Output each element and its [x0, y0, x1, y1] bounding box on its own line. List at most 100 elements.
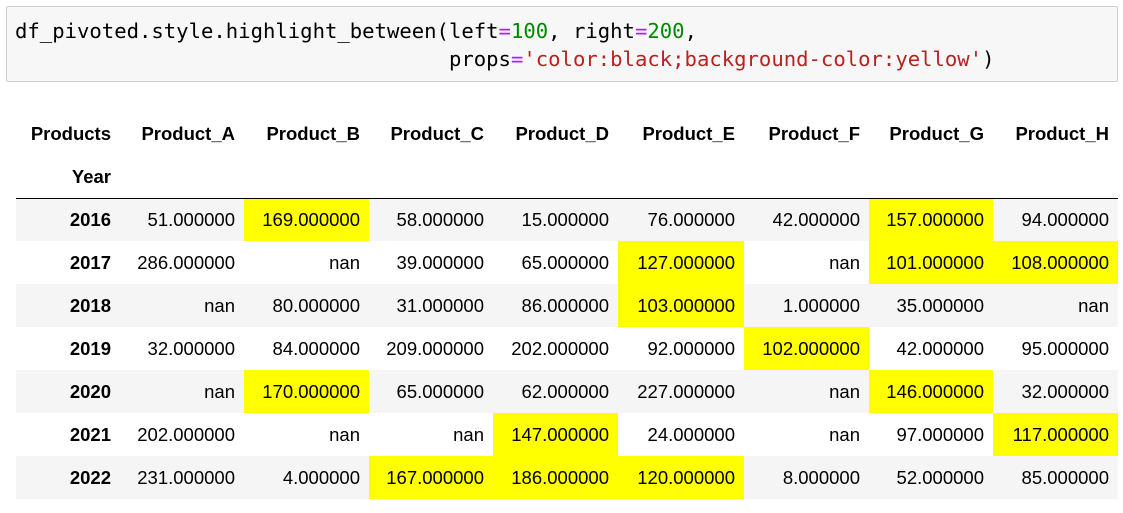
table-row: 2022 231.000000 4.000000 167.000000 186.0000… — [16, 456, 1118, 499]
code-number: 100 — [510, 19, 549, 43]
table-cell: 65.000000 — [521, 251, 609, 273]
empty-header-cell — [993, 156, 1118, 199]
highlighted-cell: 120.000000 — [618, 456, 744, 499]
table-cell: 65.000000 — [396, 380, 484, 402]
table-cell: 15.000000 — [521, 208, 609, 230]
row-index-year: 2020 — [69, 380, 111, 402]
code-line-2: props='color:black;background-color:yell… — [15, 45, 1117, 73]
table-row: 2018 nan 80.000000 31.000000 86.000000 103.00… — [16, 284, 1118, 327]
empty-header-cell — [618, 156, 744, 199]
column-header: Product_H — [1015, 123, 1109, 144]
table-cell: 1.000000 — [782, 294, 860, 316]
table-cell: 42.000000 — [896, 337, 984, 359]
code-operator: = — [510, 47, 524, 71]
table-cell: 80.000000 — [272, 294, 360, 316]
table-cell: 95.000000 — [1021, 337, 1109, 359]
highlighted-cell: 101.000000 — [869, 241, 993, 284]
table-cell: 31.000000 — [396, 294, 484, 316]
table-cell: nan — [204, 380, 235, 402]
table-cell: 227.000000 — [637, 380, 735, 402]
code-keyword: props — [448, 47, 511, 71]
table-cell: 42.000000 — [772, 208, 860, 230]
highlighted-cell: 103.000000 — [618, 284, 744, 327]
row-index-year: 2019 — [69, 337, 111, 359]
table-cell: 202.000000 — [511, 337, 609, 359]
highlighted-cell: 167.000000 — [369, 456, 493, 499]
table-cell: 84.000000 — [272, 337, 360, 359]
code-cell[interactable]: df_pivoted.style.highlight_between(left=… — [6, 6, 1118, 82]
column-header: Product_D — [515, 123, 609, 144]
table-row: 2020 nan 170.000000 65.000000 62.000000 227.0… — [16, 370, 1118, 413]
table-cell: 97.000000 — [896, 423, 984, 445]
table-body: 2016 51.000000 169.000000 58.000000 15.00000… — [16, 198, 1118, 499]
highlighted-cell: 102.000000 — [744, 327, 869, 370]
table-cell: 35.000000 — [896, 294, 984, 316]
columns-axis-name: Products — [30, 123, 111, 144]
table-cell: 51.000000 — [147, 208, 235, 230]
table-cell: 76.000000 — [647, 208, 735, 230]
highlighted-cell: 146.000000 — [869, 370, 993, 413]
table-cell: 8.000000 — [782, 466, 860, 488]
code-operator: = — [498, 19, 511, 43]
highlighted-cell: 169.000000 — [244, 198, 369, 241]
table-cell: 4.000000 — [282, 466, 360, 488]
column-header: Product_E — [642, 123, 735, 144]
index-name: Year — [16, 156, 120, 199]
empty-header-cell — [744, 156, 869, 199]
highlighted-cell: 117.000000 — [993, 413, 1118, 456]
table-cell: 62.000000 — [521, 380, 609, 402]
code-token: , — [684, 19, 697, 43]
row-index-year: 2017 — [69, 251, 111, 273]
column-header: Product_C — [390, 123, 484, 144]
table-cell: 231.000000 — [137, 466, 235, 488]
table-row: 2021 202.000000 nan nan 147.000000 24.000000 n… — [16, 413, 1118, 456]
table-cell: 24.000000 — [647, 423, 735, 445]
highlighted-cell: 186.000000 — [493, 456, 618, 499]
table-cell: nan — [829, 423, 860, 445]
code-token: ) — [982, 47, 995, 71]
table-cell: 202.000000 — [137, 423, 235, 445]
index-name-row: Year — [16, 156, 1118, 199]
column-header-row: Products Product_A Product_B Product_C P… — [16, 112, 1118, 156]
table-row: 2017 286.000000 nan 39.000000 65.000000 127.0… — [16, 241, 1118, 284]
table-cell: 32.000000 — [1021, 380, 1109, 402]
table-cell: nan — [204, 294, 235, 316]
table-cell: 94.000000 — [1021, 208, 1109, 230]
table-cell: nan — [1078, 294, 1109, 316]
column-header: Product_B — [266, 123, 360, 144]
column-header: Product_G — [889, 123, 984, 144]
table-cell: 58.000000 — [396, 208, 484, 230]
highlighted-cell: 157.000000 — [869, 198, 993, 241]
code-number: 200 — [647, 19, 685, 43]
column-header: Product_F — [768, 123, 860, 144]
table-cell: nan — [829, 251, 860, 273]
highlighted-cell: 147.000000 — [493, 413, 618, 456]
table-cell: nan — [453, 423, 484, 445]
highlighted-cell: 108.000000 — [993, 241, 1118, 284]
row-index-year: 2018 — [69, 294, 111, 316]
dataframe-table: Products Product_A Product_B Product_C P… — [16, 112, 1118, 499]
table-cell: 52.000000 — [896, 466, 984, 488]
code-token: , right — [548, 19, 635, 43]
row-index-year: 2016 — [69, 208, 111, 230]
table-row: 2019 32.000000 84.000000 209.000000 202.0000… — [16, 327, 1118, 370]
column-header: Product_A — [141, 123, 235, 144]
table-row: 2016 51.000000 169.000000 58.000000 15.00000… — [16, 198, 1118, 241]
empty-header-cell — [369, 156, 493, 199]
highlighted-cell: 170.000000 — [244, 370, 369, 413]
table-cell: nan — [829, 380, 860, 402]
table-cell: 86.000000 — [521, 294, 609, 316]
code-operator: = — [634, 19, 648, 43]
table-cell: 85.000000 — [1021, 466, 1109, 488]
table-cell: 209.000000 — [386, 337, 484, 359]
code-token: df_pivoted.style.highlight_between(left — [15, 19, 499, 43]
table-cell: nan — [329, 423, 360, 445]
empty-header-cell — [493, 156, 618, 199]
empty-header-cell — [244, 156, 369, 199]
table-cell: nan — [329, 251, 360, 273]
highlighted-cell: 127.000000 — [618, 241, 744, 284]
output-area: Products Product_A Product_B Product_C P… — [16, 112, 1118, 499]
empty-header-cell — [120, 156, 244, 199]
table-cell: 92.000000 — [647, 337, 735, 359]
